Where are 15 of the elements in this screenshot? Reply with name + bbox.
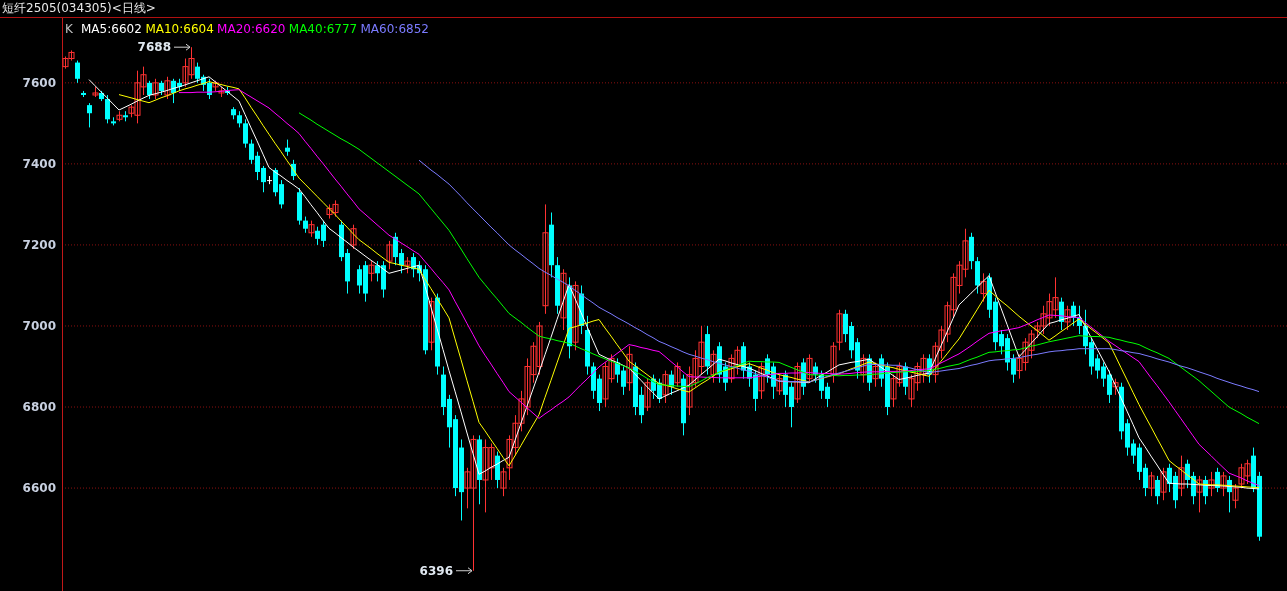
window-title: 短纤2505(034305)<日线> xyxy=(2,0,156,17)
price-label: 6396 xyxy=(419,563,453,578)
axis-label: 7400 xyxy=(22,156,56,171)
axis-label: 7000 xyxy=(22,319,56,333)
legend-label: MA20:6620 xyxy=(217,22,286,36)
axis-label: 6800 xyxy=(22,400,56,414)
legend-label: MA10:6604 xyxy=(145,22,214,36)
legend-label: K xyxy=(65,22,73,36)
axis-label: 7200 xyxy=(22,237,56,252)
legend-label: MA40:6777 xyxy=(288,22,358,36)
axis-label: 7600 xyxy=(22,75,56,90)
price-label: 7688 xyxy=(137,40,171,55)
legend-label: MA60:6852 xyxy=(360,22,429,36)
legend-label: MA5:6602 xyxy=(81,22,142,36)
axis-label: 6600 xyxy=(22,481,56,496)
